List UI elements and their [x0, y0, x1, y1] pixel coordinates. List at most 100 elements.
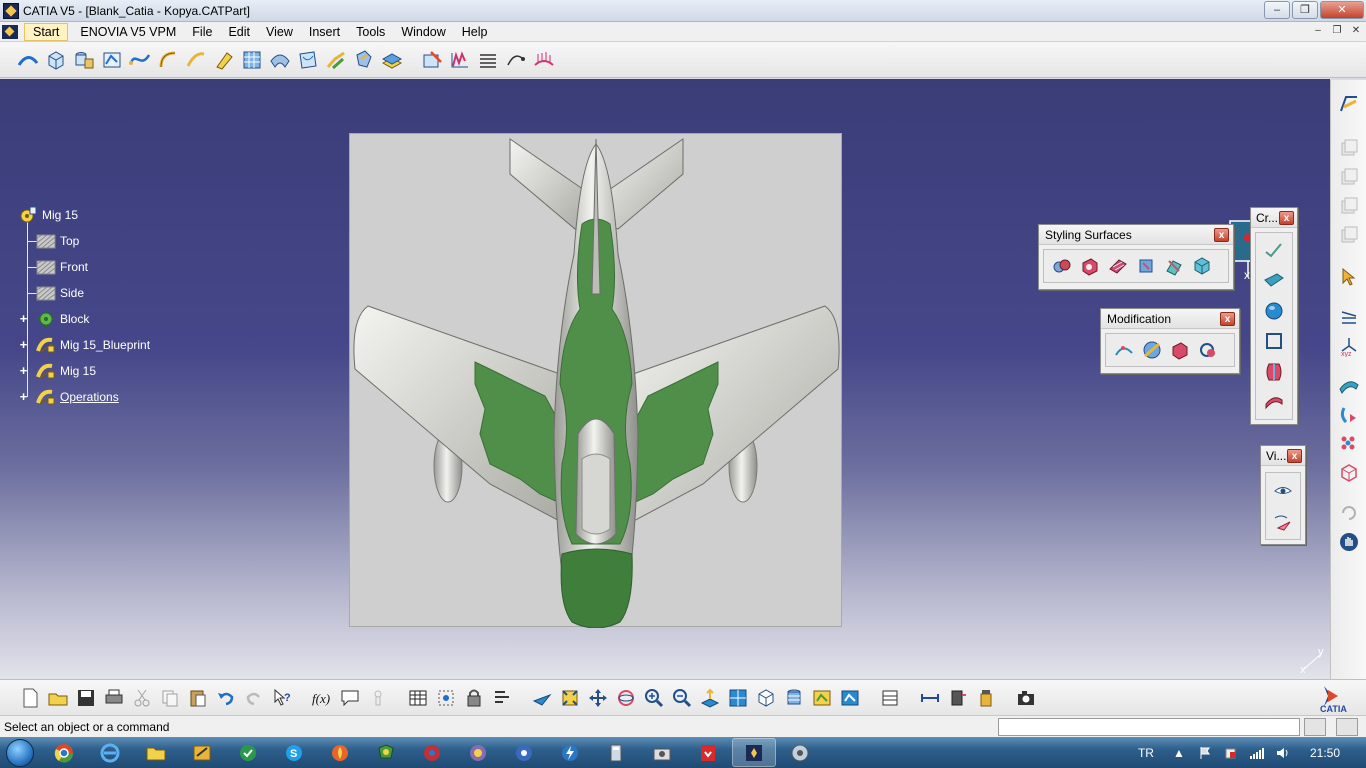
- connect-checker-icon[interactable]: [504, 48, 528, 72]
- catia-app-icon[interactable]: [3, 2, 19, 19]
- panel-title[interactable]: Modification: [1101, 309, 1239, 329]
- show-hidden-icons-icon[interactable]: ▲: [1170, 745, 1188, 761]
- iso-view-icon[interactable]: [754, 686, 778, 710]
- taskbar-chrome[interactable]: [42, 738, 86, 767]
- paste-icon[interactable]: [186, 686, 210, 710]
- tree-item-operations[interactable]: Operations: [36, 387, 119, 407]
- taskbar-explorer[interactable]: [134, 738, 178, 767]
- styling-sweep-icon[interactable]: [1134, 254, 1158, 278]
- close-panel-button[interactable]: x: [1279, 211, 1294, 225]
- tree-item-front[interactable]: Front: [36, 257, 88, 277]
- extrapolate-icon[interactable]: [1168, 338, 1192, 362]
- render-style-icon[interactable]: [782, 686, 806, 710]
- tree-item-block[interactable]: Block: [36, 309, 89, 329]
- print-icon[interactable]: [102, 686, 126, 710]
- curve-tool-icon[interactable]: [16, 48, 40, 72]
- tree-root-part[interactable]: Mig 15: [18, 205, 78, 225]
- planar-patch-icon[interactable]: [1262, 269, 1286, 293]
- multi-view-icon[interactable]: [726, 686, 750, 710]
- start-button[interactable]: [0, 737, 40, 768]
- capture-camera-icon[interactable]: [1014, 686, 1038, 710]
- menu-edit[interactable]: Edit: [220, 22, 258, 42]
- taskbar-app5[interactable]: [226, 738, 270, 767]
- hide-show-icon[interactable]: [810, 686, 834, 710]
- fit-all-icon[interactable]: [558, 686, 582, 710]
- surface-tool-icon[interactable]: [268, 48, 292, 72]
- workbench-icon[interactable]: [1337, 92, 1361, 116]
- tree-item-side[interactable]: Side: [36, 283, 84, 303]
- clock[interactable]: 21:50: [1310, 746, 1340, 760]
- knowledge-icon[interactable]: [366, 686, 390, 710]
- connect-curve-icon[interactable]: [184, 48, 208, 72]
- normal-view-icon[interactable]: [698, 686, 722, 710]
- grid-tool-icon[interactable]: [240, 48, 264, 72]
- new-file-icon[interactable]: [18, 686, 42, 710]
- pan-icon[interactable]: [586, 686, 610, 710]
- expand-blueprint-icon[interactable]: +: [18, 338, 29, 351]
- document-icon[interactable]: [2, 24, 18, 39]
- sort-icon[interactable]: [490, 686, 514, 710]
- taskbar-app13[interactable]: [594, 738, 638, 767]
- patch-tool-icon[interactable]: [296, 48, 320, 72]
- taskbar-catia[interactable]: [732, 738, 776, 767]
- cut-icon[interactable]: [130, 686, 154, 710]
- taskbar-app14[interactable]: [640, 738, 684, 767]
- power-icon[interactable]: [1222, 745, 1240, 761]
- catalog-icon[interactable]: [878, 686, 902, 710]
- styling-fillet-icon[interactable]: [1162, 254, 1186, 278]
- doc-minimize-button[interactable]: –: [1310, 24, 1326, 39]
- walk-view-icon[interactable]: [1271, 509, 1295, 533]
- 3d-viewport[interactable]: Mig 15 Top Front Side + Block + Mig 15_B…: [0, 79, 1330, 679]
- layer-tool-icon[interactable]: [380, 48, 404, 72]
- command-stop-button[interactable]: [1336, 718, 1358, 736]
- minimize-button[interactable]: –: [1264, 1, 1290, 19]
- restore-button[interactable]: ❐: [1292, 1, 1318, 19]
- blend-surface-icon[interactable]: [1078, 254, 1102, 278]
- open-folder-icon[interactable]: [46, 686, 70, 710]
- select-arrow-icon[interactable]: [1337, 265, 1361, 289]
- points-cloud-icon[interactable]: [1337, 432, 1361, 456]
- zoom-out-icon[interactable]: [670, 686, 694, 710]
- box-tool-icon[interactable]: [44, 48, 68, 72]
- tree-item-blueprint[interactable]: Mig 15_Blueprint: [36, 335, 150, 355]
- curve-creation-icon[interactable]: [1262, 239, 1286, 263]
- fly-mode-icon[interactable]: [530, 686, 554, 710]
- porcupine-analysis-icon[interactable]: [532, 48, 556, 72]
- taskbar-app12[interactable]: [548, 738, 592, 767]
- sphere-icon[interactable]: [1262, 299, 1286, 323]
- expand-block-icon[interactable]: +: [18, 312, 29, 325]
- fill-surface-icon[interactable]: [1190, 254, 1214, 278]
- menu-tools[interactable]: Tools: [348, 22, 393, 42]
- taskbar-app11[interactable]: [502, 738, 546, 767]
- lock-icon[interactable]: [462, 686, 486, 710]
- spline-tool-icon[interactable]: [128, 48, 152, 72]
- close-panel-button[interactable]: x: [1287, 449, 1302, 463]
- close-panel-button[interactable]: x: [1220, 312, 1235, 326]
- measure-icon[interactable]: [1337, 305, 1361, 329]
- spin-icon[interactable]: [1337, 501, 1361, 525]
- redo-icon[interactable]: [242, 686, 266, 710]
- formula-icon[interactable]: f(x): [310, 686, 334, 710]
- taskbar-skype[interactable]: S: [272, 738, 316, 767]
- taskbar-app8[interactable]: [364, 738, 408, 767]
- tree-item-mig15[interactable]: Mig 15: [36, 361, 96, 381]
- menu-insert[interactable]: Insert: [301, 22, 348, 42]
- language-indicator[interactable]: TR: [1138, 746, 1154, 760]
- layer-stack-icon-2[interactable]: [1337, 165, 1361, 189]
- net-surface-icon[interactable]: [1106, 254, 1130, 278]
- sketch-grid-icon[interactable]: [434, 686, 458, 710]
- menu-file[interactable]: File: [184, 22, 220, 42]
- menu-window[interactable]: Window: [393, 22, 453, 42]
- isophotes-icon[interactable]: [476, 48, 500, 72]
- sketch-tool-icon[interactable]: [100, 48, 124, 72]
- menu-view[interactable]: View: [258, 22, 301, 42]
- rectangle-icon[interactable]: [1262, 329, 1286, 353]
- expand-operations-icon[interactable]: +: [18, 390, 29, 403]
- swap-space-icon[interactable]: [838, 686, 862, 710]
- analysis-tool-icon[interactable]: [420, 48, 444, 72]
- measure-inertia-icon[interactable]: [974, 686, 998, 710]
- taskbar-app4[interactable]: [180, 738, 224, 767]
- zoom-in-icon[interactable]: [642, 686, 666, 710]
- xyz-axis-icon[interactable]: xyz: [1337, 334, 1361, 358]
- wing-surface-icon[interactable]: [1337, 374, 1361, 398]
